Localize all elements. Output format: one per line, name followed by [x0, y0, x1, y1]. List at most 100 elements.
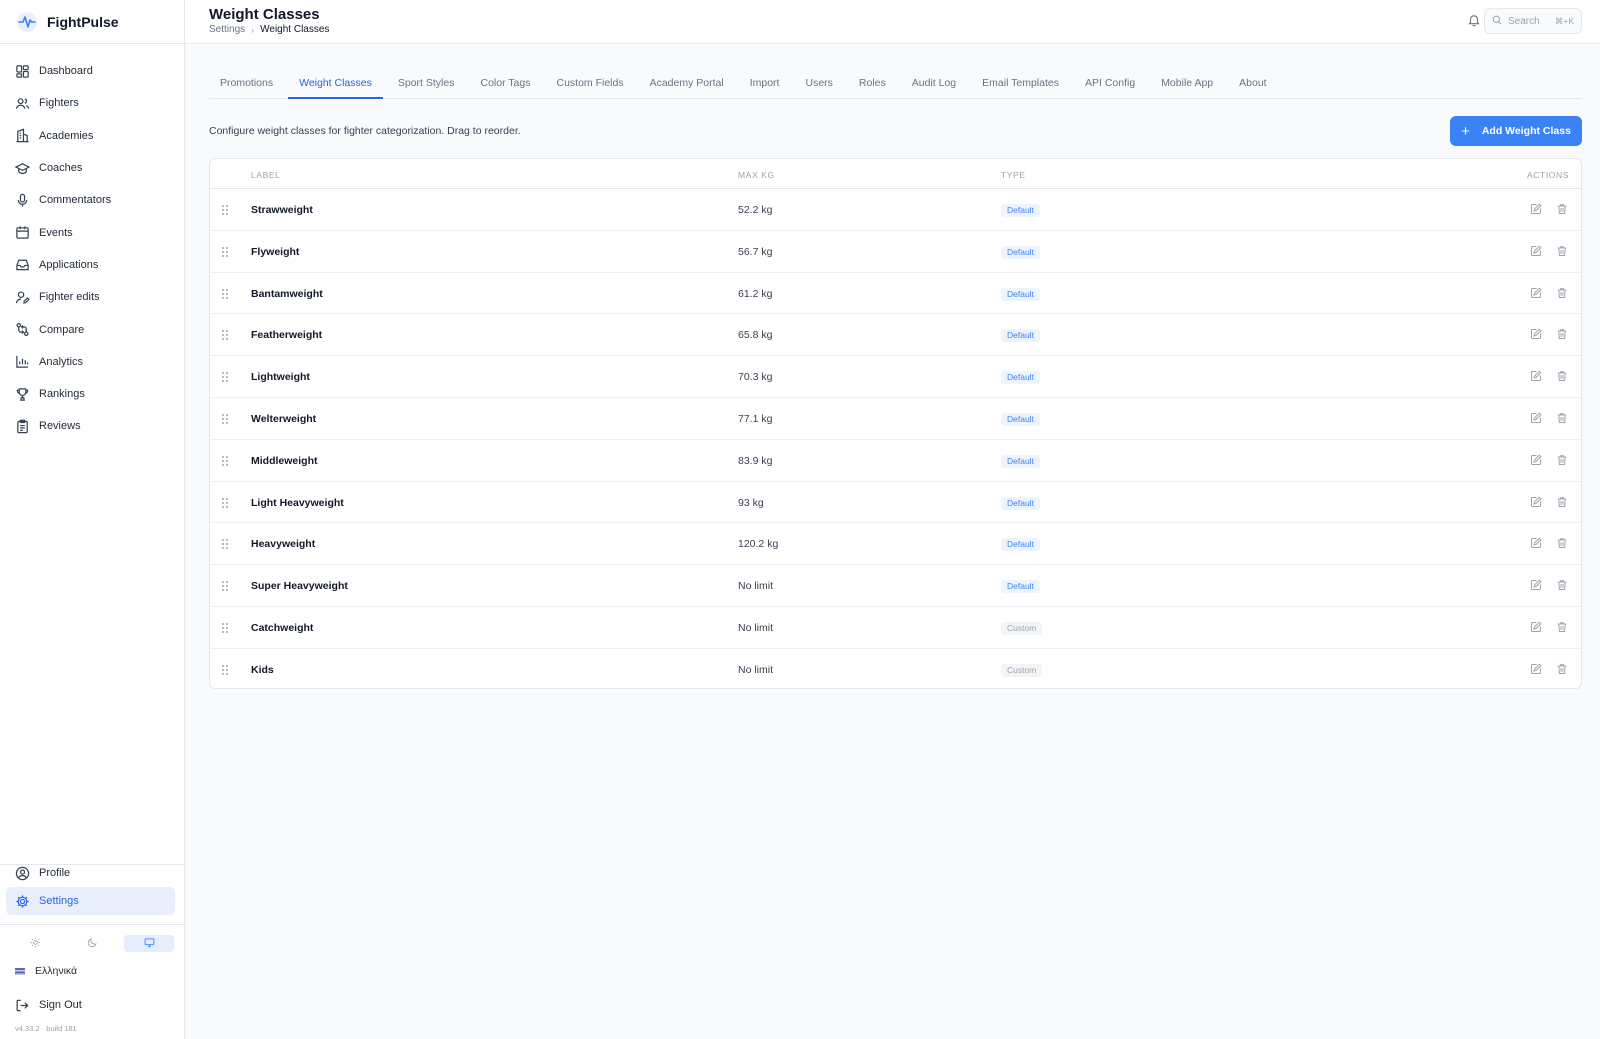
edit-icon[interactable]: [1530, 663, 1542, 675]
column-header-max-kg[interactable]: MAX KG: [738, 170, 775, 180]
top-header: Weight Classes Settings › Weight Classes…: [185, 0, 1600, 44]
table-row[interactable]: Light Heavyweight 93 kg Default: [210, 482, 1581, 524]
drag-handle-icon[interactable]: [221, 580, 229, 592]
theme-system-button[interactable]: [124, 935, 174, 952]
table-row[interactable]: Welterweight 77.1 kg Default: [210, 398, 1581, 440]
weight-class-label: Featherweight: [251, 329, 323, 342]
edit-icon[interactable]: [1530, 245, 1542, 257]
trash-icon[interactable]: [1556, 663, 1568, 675]
tab-users[interactable]: Users: [794, 68, 843, 99]
drag-handle-icon[interactable]: [221, 371, 229, 383]
tab-about[interactable]: About: [1228, 68, 1277, 99]
pulse-logo-icon: [16, 11, 38, 33]
sidebar-item-commentators[interactable]: Commentators: [0, 184, 184, 216]
tab-email-templates[interactable]: Email Templates: [971, 68, 1070, 99]
drag-handle-icon[interactable]: [221, 246, 229, 258]
drag-handle-icon[interactable]: [221, 497, 229, 509]
drag-handle-icon[interactable]: [221, 455, 229, 467]
bell-icon[interactable]: [1467, 13, 1481, 27]
sidebar-item-dashboard[interactable]: Dashboard: [0, 55, 184, 87]
drag-handle-icon[interactable]: [221, 413, 229, 425]
sidebar-item-applications[interactable]: Applications: [0, 249, 184, 281]
trophy-icon: [15, 387, 30, 402]
sidebar-item-fighters[interactable]: Fighters: [0, 87, 184, 119]
edit-icon[interactable]: [1530, 412, 1542, 424]
edit-icon[interactable]: [1530, 328, 1542, 340]
tab-custom-fields[interactable]: Custom Fields: [545, 68, 634, 99]
column-header-label[interactable]: LABEL: [251, 170, 280, 180]
drag-handle-icon[interactable]: [221, 204, 229, 216]
table-row[interactable]: Catchweight No limit Custom: [210, 607, 1581, 649]
sidebar-item-label: Applications: [39, 258, 99, 271]
tab-import[interactable]: Import: [739, 68, 791, 99]
sidebar-item-fighter-edits[interactable]: Fighter edits: [0, 281, 184, 313]
sidebar-item-compare[interactable]: Compare: [0, 313, 184, 345]
edit-icon[interactable]: [1530, 203, 1542, 215]
language-selector[interactable]: Ελληνικά: [0, 959, 184, 983]
tab-weight-classes[interactable]: Weight Classes: [288, 68, 383, 99]
sign-out-button[interactable]: Sign Out: [0, 989, 184, 1021]
trash-icon[interactable]: [1556, 287, 1568, 299]
trash-icon[interactable]: [1556, 370, 1568, 382]
theme-light-button[interactable]: [10, 935, 60, 952]
drag-handle-icon[interactable]: [221, 288, 229, 300]
weight-class-label: Strawweight: [251, 204, 313, 216]
add-weight-class-button[interactable]: + Add Weight Class: [1450, 116, 1582, 146]
edit-icon[interactable]: [1530, 579, 1542, 591]
edit-icon[interactable]: [1530, 370, 1542, 382]
trash-icon[interactable]: [1556, 579, 1568, 591]
column-header-type[interactable]: TYPE: [1001, 170, 1026, 180]
type-badge: Default: [1001, 412, 1040, 426]
breadcrumb-settings[interactable]: Settings: [209, 24, 245, 35]
sidebar-item-settings[interactable]: Settings: [6, 887, 175, 915]
trash-icon[interactable]: [1556, 621, 1568, 633]
table-row[interactable]: Lightweight 70.3 kg Default: [210, 356, 1581, 398]
type-badge: Default: [1001, 371, 1040, 385]
add-button-label: Add Weight Class: [1481, 125, 1571, 137]
table-row[interactable]: Kids No limit Custom: [210, 649, 1581, 688]
tab-sport-styles[interactable]: Sport Styles: [387, 68, 466, 99]
tab-roles[interactable]: Roles: [848, 68, 897, 99]
sidebar-item-analytics[interactable]: Analytics: [0, 346, 184, 378]
trash-icon[interactable]: [1556, 328, 1568, 340]
sidebar-item-rankings[interactable]: Rankings: [0, 378, 184, 410]
trash-icon[interactable]: [1556, 203, 1568, 215]
trash-icon[interactable]: [1556, 496, 1568, 508]
compare-icon: [15, 322, 30, 337]
tab-audit-log[interactable]: Audit Log: [901, 68, 967, 99]
trash-icon[interactable]: [1556, 454, 1568, 466]
sidebar-item-events[interactable]: Events: [0, 216, 184, 248]
table-row[interactable]: Super Heavyweight No limit Default: [210, 565, 1581, 607]
table-row[interactable]: Flyweight 56.7 kg Default: [210, 231, 1581, 273]
edit-icon[interactable]: [1530, 287, 1542, 299]
tab-api-config[interactable]: API Config: [1074, 68, 1146, 99]
tab-color-tags[interactable]: Color Tags: [469, 68, 541, 99]
drag-handle-icon[interactable]: [221, 622, 229, 634]
drag-handle-icon[interactable]: [221, 329, 229, 341]
sidebar-item-reviews[interactable]: Reviews: [0, 410, 184, 442]
sidebar-item-academies[interactable]: Academies: [0, 120, 184, 152]
type-badge: Custom: [1001, 621, 1043, 635]
table-row[interactable]: Middleweight 83.9 kg Default: [210, 440, 1581, 482]
edit-icon[interactable]: [1530, 496, 1542, 508]
search-input[interactable]: Search ⌘+K: [1484, 8, 1582, 34]
drag-handle-icon[interactable]: [221, 538, 229, 550]
sidebar-item-profile[interactable]: Profile: [0, 859, 184, 887]
table-row[interactable]: Heavyweight 120.2 kg Default: [210, 523, 1581, 566]
drag-handle-icon[interactable]: [221, 664, 229, 676]
tab-academy-portal[interactable]: Academy Portal: [639, 68, 735, 99]
edit-icon[interactable]: [1530, 621, 1542, 633]
table-row[interactable]: Bantamweight 61.2 kg Default: [210, 273, 1581, 315]
edit-icon[interactable]: [1530, 537, 1542, 549]
edit-icon[interactable]: [1530, 454, 1542, 466]
tab-mobile-app[interactable]: Mobile App: [1150, 68, 1224, 99]
theme-dark-button[interactable]: [67, 935, 117, 952]
trash-icon[interactable]: [1556, 245, 1568, 257]
brand[interactable]: FightPulse: [0, 0, 184, 44]
tab-promotions[interactable]: Promotions: [209, 68, 284, 99]
table-row[interactable]: Featherweight 65.8 kg Default: [210, 314, 1581, 357]
trash-icon[interactable]: [1556, 537, 1568, 549]
table-row[interactable]: Strawweight 52.2 kg Default: [210, 189, 1581, 231]
sidebar-item-coaches[interactable]: Coaches: [0, 152, 184, 184]
trash-icon[interactable]: [1556, 412, 1568, 424]
